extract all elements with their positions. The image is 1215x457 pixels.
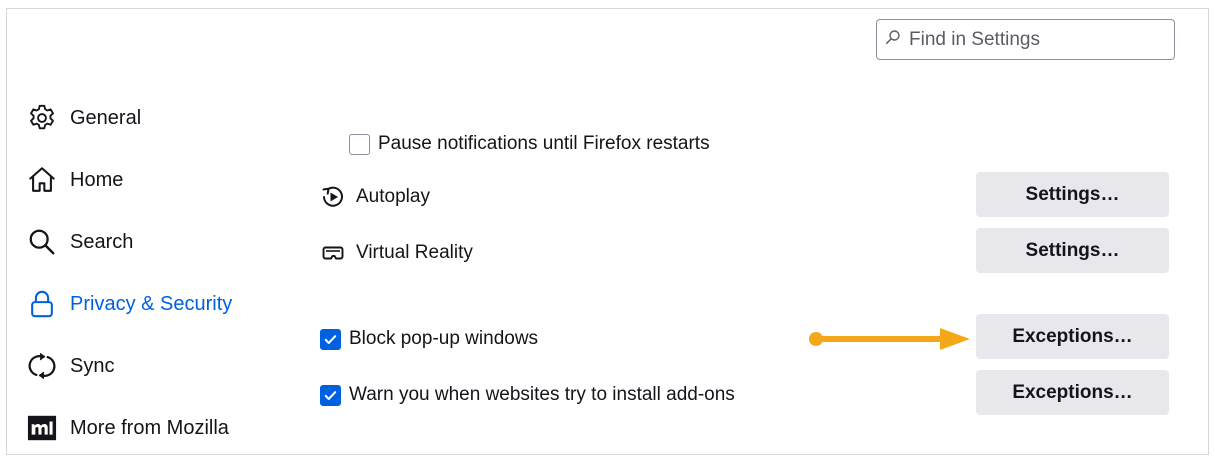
sidebar-item-label: More from Mozilla xyxy=(70,416,229,439)
lock-icon xyxy=(26,288,58,320)
autoplay-icon xyxy=(320,184,346,210)
block-popups-checkbox[interactable] xyxy=(320,328,341,350)
virtual-reality-settings-button[interactable]: Settings… xyxy=(976,228,1169,273)
search-input[interactable] xyxy=(909,28,1159,51)
virtual-reality-label: Virtual Reality xyxy=(356,242,473,263)
sidebar-item-general[interactable]: General xyxy=(26,101,141,135)
search-icon xyxy=(26,226,58,258)
sidebar-item-label: General xyxy=(70,106,142,129)
sidebar-item-home[interactable]: Home xyxy=(26,163,123,197)
block-popups-exceptions-button[interactable]: Exceptions… xyxy=(976,314,1169,359)
search-icon xyxy=(885,29,901,50)
gear-icon xyxy=(26,102,58,134)
pause-notifications-label: Pause notifications until Firefox restar… xyxy=(378,133,710,154)
warn-addons-label: Warn you when websites try to install ad… xyxy=(349,384,735,405)
pause-notifications-row[interactable]: Pause notifications until Firefox restar… xyxy=(349,132,710,156)
sidebar-item-label: Sync xyxy=(70,354,115,377)
sidebar-item-label: Privacy & Security xyxy=(70,292,233,315)
warn-addons-checkbox[interactable] xyxy=(320,384,341,406)
sidebar-item-search[interactable]: Search xyxy=(26,225,133,259)
pause-notifications-checkbox[interactable] xyxy=(349,133,370,155)
sidebar-item-more-from-mozilla[interactable]: More from Mozilla xyxy=(26,411,229,445)
home-icon xyxy=(26,164,58,196)
sidebar-item-label: Search xyxy=(70,230,134,253)
autoplay-row: Autoplay xyxy=(320,183,430,211)
autoplay-label: Autoplay xyxy=(356,186,430,207)
mozilla-icon xyxy=(26,412,58,444)
sidebar-item-label: Home xyxy=(70,168,124,191)
search-field[interactable] xyxy=(876,19,1175,60)
sidebar-item-sync[interactable]: Sync xyxy=(26,349,114,383)
checkmark-icon xyxy=(324,334,337,344)
warn-addons-row[interactable]: Warn you when websites try to install ad… xyxy=(320,383,735,407)
block-popups-label: Block pop-up windows xyxy=(349,328,539,349)
arrow-annotation-icon xyxy=(809,328,970,350)
sidebar-item-privacy-security[interactable]: Privacy & Security xyxy=(26,287,232,321)
autoplay-settings-button[interactable]: Settings… xyxy=(976,172,1169,217)
block-popups-row[interactable]: Block pop-up windows xyxy=(320,327,538,351)
virtual-reality-row: Virtual Reality xyxy=(320,239,473,267)
vr-headset-icon xyxy=(320,240,346,266)
sync-icon xyxy=(26,350,58,382)
checkmark-icon xyxy=(324,390,337,400)
warn-addons-exceptions-button[interactable]: Exceptions… xyxy=(976,370,1169,415)
